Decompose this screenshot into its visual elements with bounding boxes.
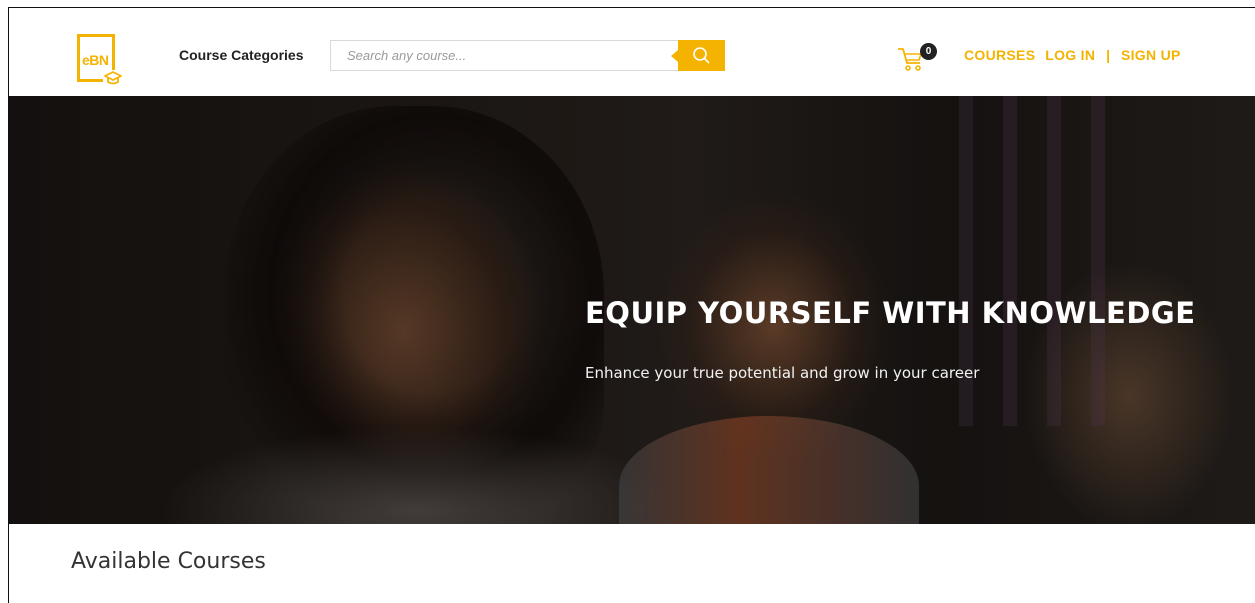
- site-header: eBN Course Categories Search any course.…: [9, 8, 1255, 96]
- course-categories-menu[interactable]: Course Categories: [179, 47, 303, 63]
- cart-count-badge: 0: [920, 43, 937, 60]
- cart-button[interactable]: 0: [896, 43, 942, 73]
- available-courses-heading: Available Courses: [71, 549, 266, 574]
- top-nav: COURSES LOG IN | SIGN UP: [964, 47, 1181, 63]
- search-bar: [330, 40, 725, 71]
- nav-login-link[interactable]: LOG IN: [1045, 47, 1095, 63]
- nav-signup-link[interactable]: SIGN UP: [1121, 47, 1181, 63]
- page: eBN Course Categories Search any course.…: [8, 7, 1255, 603]
- hero-banner: EQUIP YOURSELF WITH KNOWLEDGE Enhance yo…: [9, 96, 1255, 524]
- search-button[interactable]: [671, 40, 725, 71]
- hero-title: EQUIP YOURSELF WITH KNOWLEDGE: [585, 296, 1196, 330]
- nav-separator: |: [1106, 47, 1111, 63]
- search-icon: [693, 47, 710, 64]
- search-input[interactable]: [331, 41, 676, 70]
- hero-subtitle: Enhance your true potential and grow in …: [585, 364, 980, 382]
- nav-courses-link[interactable]: COURSES: [964, 47, 1035, 63]
- graduation-cap-icon: [103, 70, 123, 86]
- logo-text: eBN: [82, 52, 109, 68]
- site-logo[interactable]: eBN: [77, 34, 125, 88]
